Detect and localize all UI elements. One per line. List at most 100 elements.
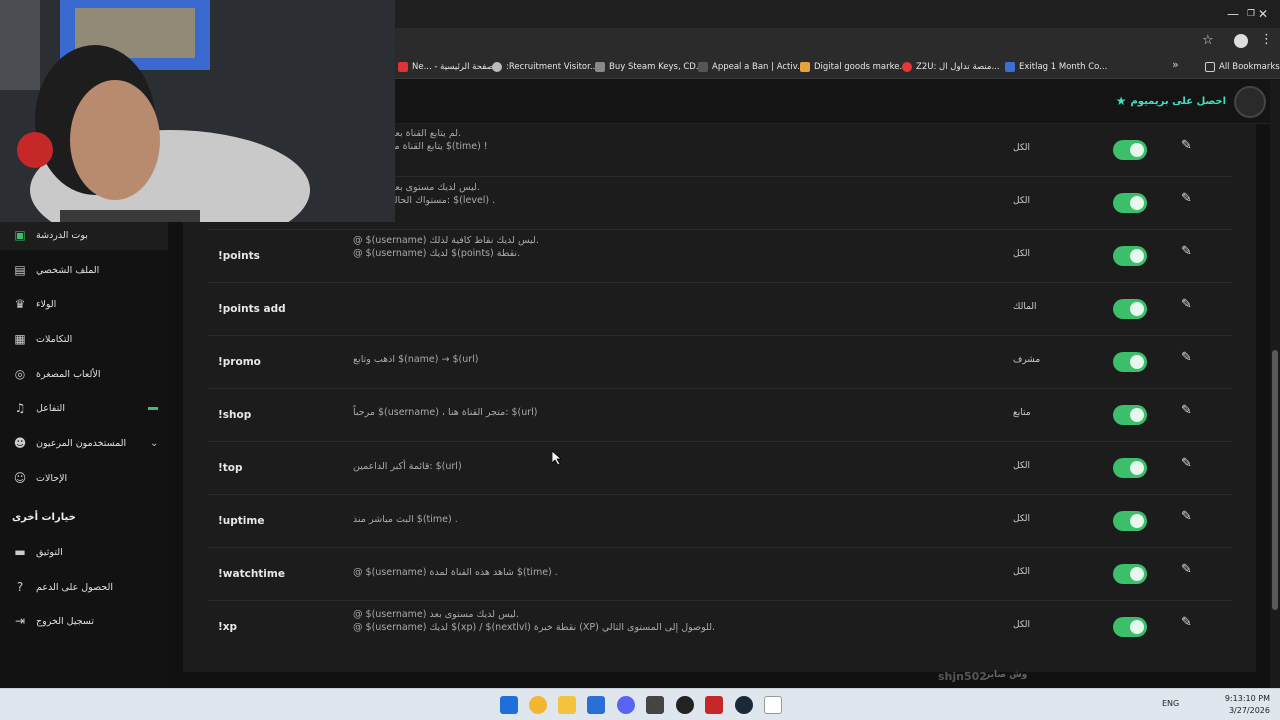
discord-icon[interactable] bbox=[617, 696, 635, 714]
table-row: !top قائمة أكبر الداعمين: $(url) الكل ✎ bbox=[208, 442, 1233, 495]
close-window-button[interactable]: ✕ bbox=[1246, 0, 1280, 28]
sidebar-item-docs[interactable]: ▬ التوثيق bbox=[0, 537, 168, 567]
bookmark-favicon-icon bbox=[492, 62, 502, 72]
enable-toggle[interactable] bbox=[1113, 405, 1147, 425]
edit-icon[interactable]: ✎ bbox=[1181, 509, 1192, 524]
edit-icon[interactable]: ✎ bbox=[1181, 191, 1192, 206]
gamepad-icon: ◎ bbox=[14, 367, 26, 381]
table-row: !shop مرحباً $(username) ، متجر القناة ه… bbox=[208, 389, 1233, 442]
bookmark-favicon-icon bbox=[902, 62, 912, 72]
bookmark-favicon-icon bbox=[1005, 62, 1015, 72]
avatar[interactable] bbox=[1234, 86, 1266, 118]
enable-toggle[interactable] bbox=[1113, 352, 1147, 372]
response-line: @ $(username) شاهد هذه القناة لمدة $(tim… bbox=[353, 567, 558, 578]
mouse-cursor-icon bbox=[552, 451, 562, 465]
response-line: @ $(username) لديك $(xp) / $(nextlvl) نق… bbox=[353, 622, 716, 633]
star-icon[interactable]: ☆ bbox=[1202, 33, 1214, 48]
bookmark-item[interactable]: Appeal a Ban | Activ... bbox=[698, 59, 805, 75]
enable-toggle[interactable] bbox=[1113, 511, 1147, 531]
table-row: !points @ $(username) ليس لديك نقاط كافي… bbox=[208, 230, 1233, 283]
bookmark-favicon-icon bbox=[595, 62, 605, 72]
edit-icon[interactable]: ✎ bbox=[1181, 244, 1192, 259]
enable-toggle[interactable] bbox=[1113, 564, 1147, 584]
notepad-icon[interactable] bbox=[764, 696, 782, 714]
response-line: @ $(username) ليس لديك نقاط كافية لذلك. bbox=[353, 235, 539, 246]
bookmark-favicon-icon bbox=[800, 62, 810, 72]
logout-icon: ⇥ bbox=[14, 614, 26, 628]
bookmark-item[interactable]: Buy Steam Keys, CD... bbox=[595, 59, 704, 75]
trophy-icon: ♛ bbox=[14, 297, 26, 311]
sidebar-item-integrations[interactable]: ▦ التكاملات bbox=[0, 324, 168, 354]
sidebar-item-chatbot[interactable]: ▣ بوت الدردشة bbox=[0, 220, 168, 250]
app-icon[interactable] bbox=[646, 696, 664, 714]
bookmark-item[interactable]: Z2U: منصة تداول ال... bbox=[902, 59, 1000, 75]
edit-icon[interactable]: ✎ bbox=[1181, 138, 1192, 153]
all-bookmarks-button[interactable]: All Bookmarks bbox=[1205, 59, 1280, 75]
table-row: !promo اذهب وتابع $(name) → $(url) مشرف … bbox=[208, 336, 1233, 389]
steam-icon[interactable] bbox=[735, 696, 753, 714]
sidebar-item-referrals[interactable]: ☺ الإحالات bbox=[0, 463, 168, 493]
sidebar-item-minigames[interactable]: ◎ الألعاب المصغرة bbox=[0, 359, 168, 389]
start-icon[interactable] bbox=[500, 696, 518, 714]
edit-icon[interactable]: ✎ bbox=[1181, 615, 1192, 630]
address-input[interactable] bbox=[395, 30, 1216, 53]
webcam-overlay bbox=[0, 0, 395, 222]
page-scrollbar[interactable] bbox=[1270, 80, 1280, 688]
table-row: !watchtime @ $(username) شاهد هذه القناة… bbox=[208, 548, 1233, 601]
new-badge bbox=[148, 406, 158, 410]
bookmark-item[interactable]: Digital goods marke... bbox=[800, 59, 908, 75]
docs-icon: ▬ bbox=[14, 545, 26, 559]
enable-toggle[interactable] bbox=[1113, 617, 1147, 637]
enable-toggle[interactable] bbox=[1113, 299, 1147, 319]
sidebar-item-loyalty[interactable]: ♛ الولاء bbox=[0, 289, 168, 319]
more-bookmarks-icon[interactable]: » bbox=[1172, 58, 1179, 71]
profile-icon[interactable] bbox=[1234, 34, 1248, 48]
sidebar-item-logout[interactable]: ⇥ تسجيل الخروج bbox=[0, 606, 168, 636]
sidebar-item-profile[interactable]: ▤ الملف الشخصي bbox=[0, 255, 168, 285]
edit-icon[interactable]: ✎ bbox=[1181, 403, 1192, 418]
webcam-image bbox=[0, 0, 395, 222]
bookmark-item[interactable]: Ne... - الصفحة الرئيسية bbox=[398, 59, 499, 75]
star-icon: ★ bbox=[1115, 94, 1127, 108]
users-icon: ☻ bbox=[13, 436, 27, 450]
menu-dots-icon[interactable]: ⋮ bbox=[1260, 32, 1273, 47]
table-row: !points add المالك ✎ bbox=[208, 283, 1233, 336]
table-row: !uptime البث مباشر منذ $(time) . الكل ✎ bbox=[208, 495, 1233, 548]
overlay-username: shjn502 bbox=[938, 670, 987, 683]
scrollbar-thumb[interactable] bbox=[1272, 350, 1278, 610]
response-line: قائمة أكبر الداعمين: $(url) bbox=[353, 461, 462, 472]
enable-toggle[interactable] bbox=[1113, 246, 1147, 266]
user-group-icon: ☺ bbox=[13, 471, 27, 485]
sidebar-item-support[interactable]: ? الحصول على الدعم bbox=[0, 572, 168, 602]
sidebar-item-sponsored-users[interactable]: ☻ المستخدمون المرعيون ⌄ bbox=[0, 428, 168, 458]
chevron-down-icon[interactable]: ⌄ bbox=[150, 438, 158, 449]
help-icon: ? bbox=[16, 580, 24, 594]
edit-icon[interactable]: ✎ bbox=[1181, 562, 1192, 577]
system-clock[interactable]: 9:13:10 PM 3/27/2026 bbox=[1225, 693, 1270, 717]
table-row: !xp @ $(username) ليس لديك مستوى بعد. @ … bbox=[208, 601, 1233, 654]
folder-icon bbox=[1205, 62, 1215, 72]
id-card-icon: ▤ bbox=[14, 263, 26, 277]
app-icon[interactable] bbox=[705, 696, 723, 714]
bookmark-favicon-icon bbox=[698, 62, 708, 72]
language-indicator[interactable]: ENG bbox=[1162, 699, 1179, 708]
bookmark-item[interactable]: Exitlag 1 Month Co... bbox=[1005, 59, 1107, 75]
obs-icon[interactable] bbox=[676, 696, 694, 714]
edit-icon[interactable]: ✎ bbox=[1181, 350, 1192, 365]
response-line: @ $(username) ليس لديك مستوى بعد. bbox=[353, 609, 519, 620]
music-icon: ♫ bbox=[14, 401, 26, 415]
bookmark-item[interactable]: :Recruitment Visitor... bbox=[492, 59, 598, 75]
bookmark-favicon-icon bbox=[398, 62, 408, 72]
response-line: اذهب وتابع $(name) → $(url) bbox=[353, 354, 479, 365]
enable-toggle[interactable] bbox=[1113, 140, 1147, 160]
enable-toggle[interactable] bbox=[1113, 458, 1147, 478]
robot-icon: ▣ bbox=[14, 228, 26, 242]
sidebar-item-interaction[interactable]: ♫ التفاعل bbox=[0, 393, 168, 423]
store-icon[interactable] bbox=[587, 696, 605, 714]
get-premium-button[interactable]: ★ احصل على بريميوم bbox=[1116, 94, 1226, 108]
edit-icon[interactable]: ✎ bbox=[1181, 456, 1192, 471]
enable-toggle[interactable] bbox=[1113, 193, 1147, 213]
file-explorer-icon[interactable] bbox=[558, 696, 576, 714]
edit-icon[interactable]: ✎ bbox=[1181, 297, 1192, 312]
chrome-icon[interactable] bbox=[529, 696, 547, 714]
